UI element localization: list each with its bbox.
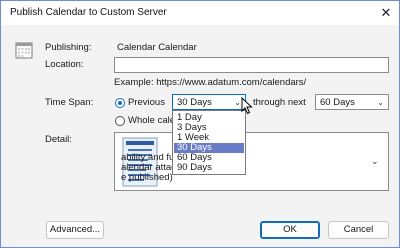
next-span-select[interactable]: 60 Days ⌄ bbox=[315, 94, 389, 110]
whole-calendar-label: Whole cale bbox=[128, 115, 175, 126]
cancel-button[interactable]: Cancel bbox=[328, 221, 389, 239]
previous-radio[interactable] bbox=[115, 98, 125, 108]
option-90-days[interactable]: 90 Days bbox=[174, 163, 244, 173]
previous-label: Previous bbox=[128, 97, 165, 108]
chevron-down-icon[interactable]: ⌄ bbox=[371, 156, 379, 167]
advanced-button[interactable]: Advanced... bbox=[46, 221, 104, 239]
detail-description: ability and full details of alendar atta… bbox=[121, 153, 371, 183]
timespan-label: Time Span: bbox=[45, 97, 94, 108]
window-title: Publish Calendar to Custom Server bbox=[10, 7, 167, 18]
next-span-value: 60 Days bbox=[320, 97, 355, 108]
calendar-icon bbox=[15, 42, 33, 59]
whole-calendar-radio[interactable] bbox=[115, 116, 125, 126]
ok-button[interactable]: OK bbox=[260, 221, 320, 239]
through-next-label: through next bbox=[253, 97, 306, 108]
publishing-value: Calendar Calendar bbox=[117, 42, 197, 53]
chevron-down-icon: ⌄ bbox=[377, 98, 384, 107]
previous-span-value: 30 Days bbox=[177, 97, 212, 108]
title-bar: Publish Calendar to Custom Server ✕ bbox=[1, 1, 399, 25]
location-input[interactable] bbox=[114, 57, 389, 73]
detail-label: Detail: bbox=[45, 134, 72, 145]
publish-calendar-dialog: Publish Calendar to Custom Server ✕ Publ… bbox=[0, 0, 400, 248]
location-label: Location: bbox=[45, 59, 84, 70]
previous-span-options: 1 Day 3 Days 1 Week 30 Days 60 Days 90 D… bbox=[172, 110, 246, 175]
chevron-down-icon: ⌄ bbox=[234, 98, 241, 107]
mouse-pointer-icon bbox=[241, 97, 253, 115]
location-example: Example: https://www.adatum.com/calendar… bbox=[114, 77, 307, 88]
close-icon[interactable]: ✕ bbox=[377, 4, 395, 22]
detail-line: e published) bbox=[121, 172, 173, 183]
previous-span-select[interactable]: 30 Days ⌄ bbox=[172, 94, 246, 110]
publishing-label: Publishing: bbox=[45, 42, 92, 53]
